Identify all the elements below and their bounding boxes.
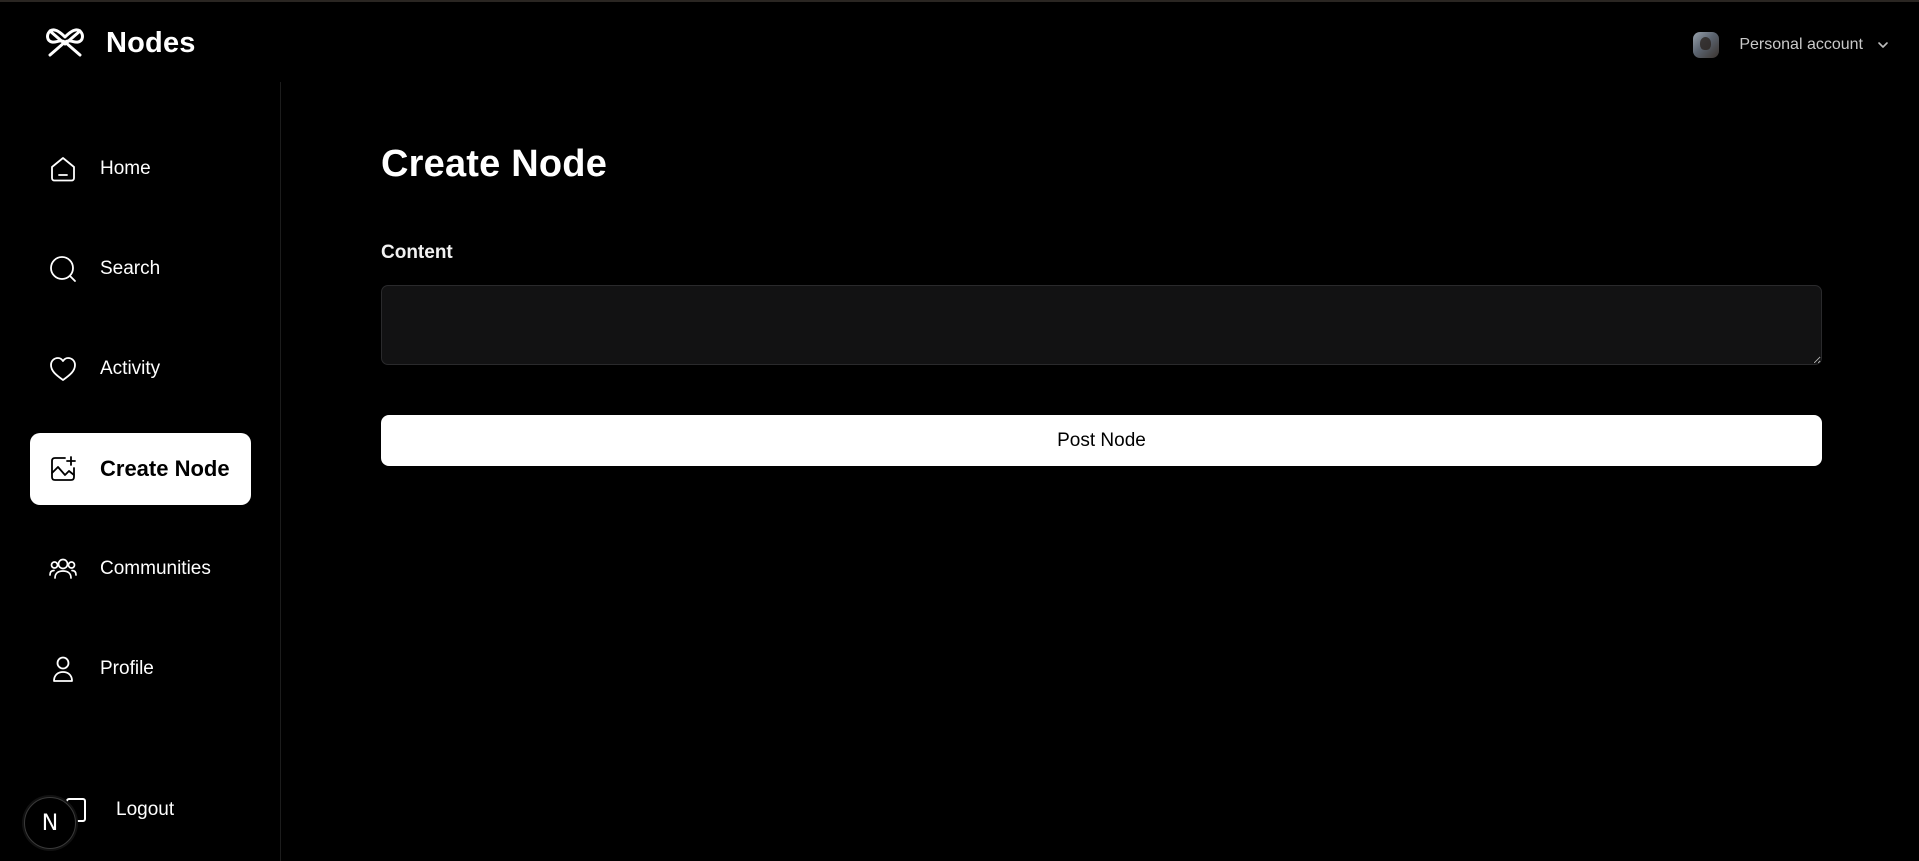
sidebar-item-communities[interactable]: Communities <box>30 533 251 605</box>
users-icon <box>49 558 77 579</box>
brand[interactable]: Nodes <box>44 24 196 62</box>
sidebar-item-label: Communities <box>100 558 211 579</box>
sidebar-item-activity[interactable]: Activity <box>30 333 251 405</box>
sidebar: Home Search Activity Create Node Communi… <box>0 82 281 861</box>
sidebar-item-search[interactable]: Search <box>30 233 251 305</box>
content-label: Content <box>381 242 453 263</box>
sidebar-item-label: Profile <box>100 658 154 679</box>
top-bar: Nodes Personal account <box>0 2 1919 82</box>
content-textarea[interactable] <box>381 285 1822 365</box>
account-switcher[interactable]: Personal account <box>1693 30 1889 60</box>
search-icon <box>50 256 76 282</box>
heart-icon <box>50 357 76 381</box>
sidebar-item-create-node[interactable]: Create Node <box>30 433 251 505</box>
chevron-down-icon <box>1878 42 1888 48</box>
sidebar-item-profile[interactable]: Profile <box>30 633 251 705</box>
home-icon <box>51 157 75 182</box>
avatar <box>1693 32 1720 58</box>
sidebar-item-label: Search <box>100 258 161 279</box>
sidebar-item-label: Create Node <box>100 456 230 481</box>
page-title: Create Node <box>381 143 608 185</box>
account-label: Personal account <box>1739 36 1863 53</box>
sidebar-item-home[interactable]: Home <box>30 133 251 205</box>
user-icon <box>53 656 73 682</box>
logout-label: Logout <box>116 799 175 820</box>
post-node-button[interactable]: Post Node <box>381 415 1822 466</box>
sidebar-item-label: Activity <box>100 358 161 379</box>
dev-indicator-badge[interactable]: N <box>24 797 76 849</box>
sidebar-item-label: Home <box>100 158 151 179</box>
image-plus-icon <box>51 456 76 481</box>
nodes-logo-icon <box>46 28 84 57</box>
app-name: Nodes <box>106 26 196 59</box>
